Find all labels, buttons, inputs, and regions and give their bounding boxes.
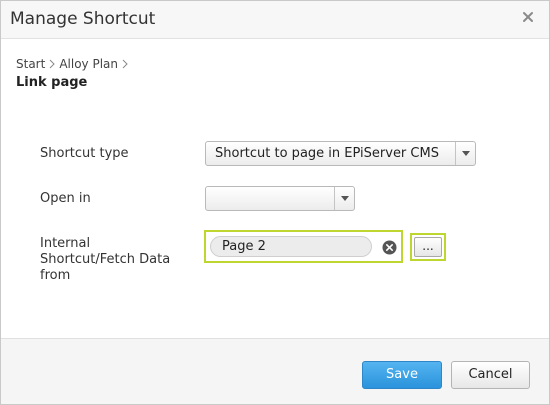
manage-shortcut-dialog: Manage Shortcut Start Alloy Plan Link pa… (0, 0, 550, 405)
internal-shortcut-field[interactable]: Page 2 (204, 230, 403, 263)
close-icon[interactable] (521, 10, 535, 24)
shortcut-type-value: Shortcut to page in EPiServer CMS (215, 146, 439, 161)
internal-shortcut-label-line: Internal (40, 236, 91, 251)
internal-shortcut-label-line: from (40, 268, 71, 283)
selected-page-label: Page 2 (222, 239, 266, 254)
breadcrumb-item-start[interactable]: Start (16, 57, 45, 71)
open-in-select[interactable] (205, 186, 355, 211)
shortcut-type-label: Shortcut type (40, 146, 129, 161)
chevron-right-icon (122, 59, 128, 69)
chevron-down-icon[interactable] (334, 187, 354, 210)
clear-icon[interactable] (382, 240, 397, 255)
dialog-title: Manage Shortcut (10, 9, 156, 29)
browse-button[interactable]: ... (414, 237, 442, 257)
internal-shortcut-label: Internal Shortcut/Fetch Data from (40, 236, 170, 284)
selected-page-pill[interactable]: Page 2 (210, 236, 372, 257)
shortcut-type-select[interactable]: Shortcut to page in EPiServer CMS (205, 141, 476, 166)
browse-button-frame: ... (410, 233, 446, 261)
cancel-button[interactable]: Cancel (451, 361, 530, 389)
chevron-right-icon (49, 59, 56, 69)
page-name: Link page (16, 75, 88, 90)
breadcrumb-item-alloy-plan[interactable]: Alloy Plan (59, 57, 118, 71)
dialog-titlebar: Manage Shortcut (1, 1, 549, 39)
breadcrumb: Start Alloy Plan (16, 57, 132, 71)
chevron-down-icon[interactable] (455, 142, 475, 165)
internal-shortcut-label-line: Shortcut/Fetch Data (40, 252, 171, 267)
open-in-label: Open in (40, 191, 91, 206)
save-button[interactable]: Save (362, 361, 442, 389)
